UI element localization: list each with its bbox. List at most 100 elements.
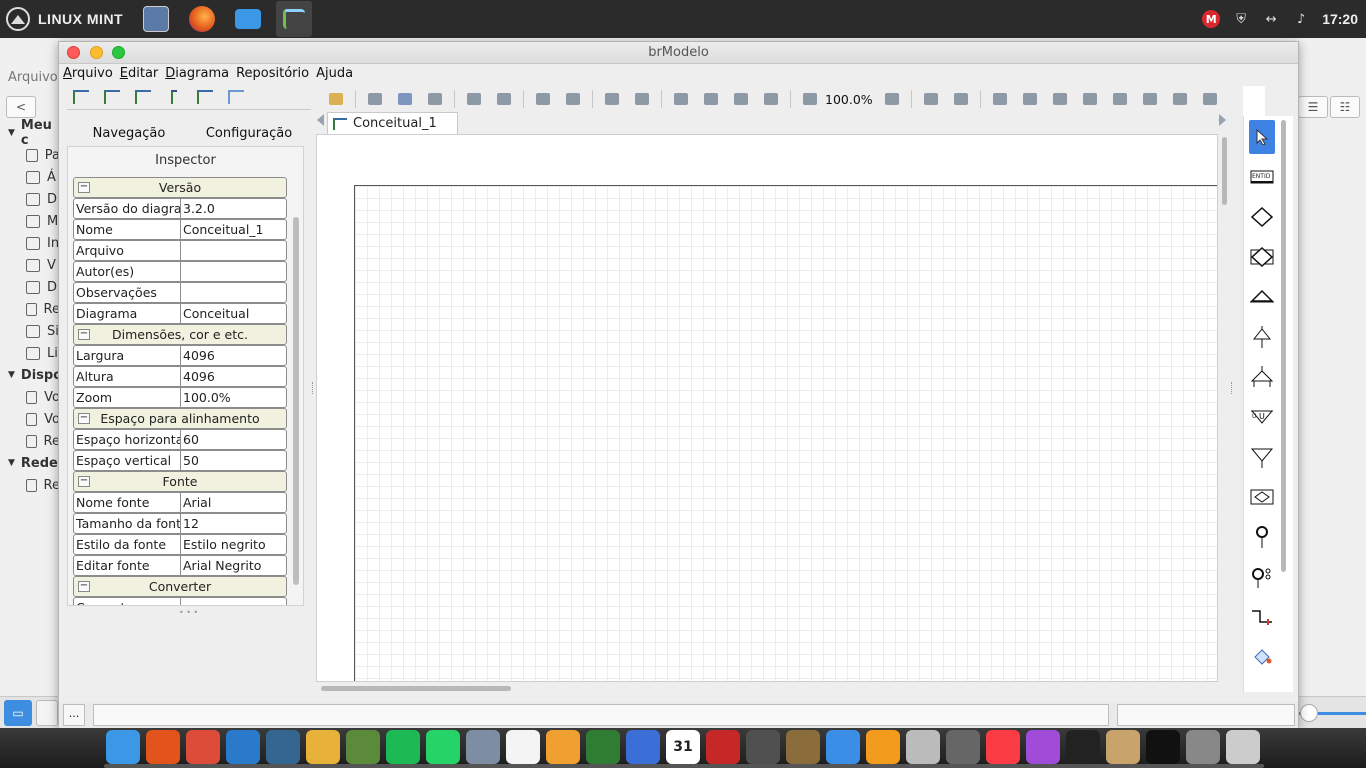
zoom-in-icon[interactable] [877,88,907,110]
bring-front-icon[interactable] [597,88,627,110]
copy-icon[interactable] [916,88,946,110]
tree-node-icon[interactable] [162,86,186,108]
mega-icon[interactable]: M [1202,10,1221,28]
tree-list-icon[interactable] [193,86,217,108]
palette-scrollbar[interactable] [1281,120,1286,572]
menu-ajuda[interactable]: Ajuda [315,64,359,84]
dock-brmodelo-icon[interactable] [346,730,380,764]
property-value[interactable]: 100.0% [181,388,286,407]
dock-presentation-icon[interactable] [546,730,580,764]
tab-scroll-right-icon[interactable] [1219,114,1226,126]
dock-files-icon[interactable] [106,730,140,764]
launcher-firefox[interactable] [184,1,220,37]
bg-sidebar-item[interactable]: Re [0,430,60,452]
property-value[interactable]: 60 [181,430,286,449]
canvas-page-grid[interactable] [354,185,1217,681]
nonexclusive-specialization-icon[interactable] [1249,360,1275,394]
menu-button[interactable]: LINUX MINT [0,0,133,38]
shrink-icon[interactable] [528,88,558,110]
inspector-resize-grip[interactable]: • • • [179,608,198,617]
bg-list-view-icon[interactable]: ☰ [1298,96,1328,118]
align-center-icon[interactable] [1105,88,1135,110]
partial-union-icon[interactable] [1249,440,1275,474]
bg-sidebar-section[interactable]: ▼ Dispo [0,364,62,386]
property-section[interactable]: − Dimensões, cor e etc. [73,324,287,345]
bg-sidebar-item[interactable]: D [0,188,60,210]
property-value[interactable]: Arial Negrito [181,556,286,575]
menu-ditar[interactable]: Editar [119,64,165,84]
align-bottom-icon[interactable] [1075,88,1105,110]
collapse-icon[interactable]: − [78,581,90,592]
property-section[interactable]: − Versão [73,177,287,198]
diagram-canvas[interactable] [316,134,1218,682]
property-value[interactable]: Estilo negrito [181,535,286,554]
associative-entity-icon[interactable] [1249,240,1275,274]
attribute-icon[interactable] [1249,520,1275,554]
dock-xampp-icon[interactable] [866,730,900,764]
same-height-icon[interactable] [1195,88,1225,110]
dock-dvd-icon[interactable] [906,730,940,764]
tab-scroll-left-icon[interactable] [317,114,324,126]
volume-icon[interactable]: ♪ [1292,10,1310,28]
title-bar[interactable]: brModelo [59,42,1298,64]
align-right-icon[interactable] [1045,88,1075,110]
tree-collapse-icon[interactable] [100,86,124,108]
dock-keynote-icon[interactable] [626,730,660,764]
menu-rquivo[interactable]: Arquivo [62,64,119,84]
section-toggle-icon[interactable]: ▼ [8,458,15,468]
launcher-files[interactable] [230,1,266,37]
menu-iagrama[interactable]: Diagrama [164,64,235,84]
collapse-icon[interactable]: − [78,476,90,487]
launcher-brmodelo[interactable] [276,1,313,37]
bg-sidebar-item[interactable]: Li [0,342,60,364]
dock-spotify-icon[interactable] [386,730,420,764]
collapse-icon[interactable]: − [78,413,90,424]
bg-sidebar-item[interactable]: Re [0,474,60,496]
property-value[interactable]: 4096 [181,367,286,386]
property-value[interactable] [181,283,286,302]
collapse-icon[interactable]: − [78,329,90,340]
dock-video-icon[interactable] [1026,730,1060,764]
bg-sidebar-section[interactable]: ▼ Meu c [0,118,60,148]
dock-star-icon[interactable] [306,730,340,764]
bg-back-button[interactable]: < [6,96,36,118]
exclusive-specialization-icon[interactable] [1249,320,1275,354]
move-up-icon[interactable] [696,88,726,110]
bg-tree-button[interactable] [36,700,58,726]
bg-sidebar-item[interactable]: In [0,232,60,254]
send-back-icon[interactable] [627,88,657,110]
property-section[interactable]: − Converter [73,576,287,597]
pointer-icon[interactable] [1249,120,1275,154]
tab-navegacao[interactable]: Navegação [69,126,189,141]
clock[interactable]: 17:20 [1322,11,1358,27]
dock-disk-icon[interactable] [946,730,980,764]
dock-monitor-icon[interactable] [1066,730,1100,764]
left-splitter[interactable] [312,382,315,394]
dock-check-icon[interactable] [706,730,740,764]
dock-chrome-icon[interactable] [186,730,220,764]
property-section[interactable]: − Fonte [73,471,287,492]
status-more-button[interactable]: ... [63,704,85,726]
bg-sidebar-section[interactable]: ▼ Rede [0,452,60,474]
tree-expand-icon[interactable] [69,86,93,108]
specialization-icon[interactable] [1249,280,1275,314]
launcher-app[interactable] [138,1,174,37]
property-value[interactable] [181,241,286,260]
collapse-icon[interactable]: − [78,182,90,193]
network-icon[interactable]: ↔ [1262,10,1280,28]
menu-repositrio[interactable]: Repositório [235,64,315,84]
dock-chat-icon[interactable] [826,730,860,764]
dock-trash-icon[interactable] [1226,730,1260,764]
bg-zoom-slider-knob[interactable] [1300,704,1318,722]
dock-firefox-icon[interactable] [146,730,180,764]
property-value[interactable]: 4096 [181,346,286,365]
composite-attribute-icon[interactable] [1249,560,1275,594]
dock-music-icon[interactable] [986,730,1020,764]
self-relationship-icon[interactable] [1249,480,1275,514]
dock-archive-icon[interactable] [1106,730,1140,764]
bg-sidebar-item[interactable]: Si [0,320,60,342]
dock-gimp-icon[interactable] [786,730,820,764]
tree-network-icon[interactable] [224,86,248,108]
bg-sidebar-item[interactable]: D [0,276,60,298]
paint-icon[interactable] [1249,640,1275,674]
